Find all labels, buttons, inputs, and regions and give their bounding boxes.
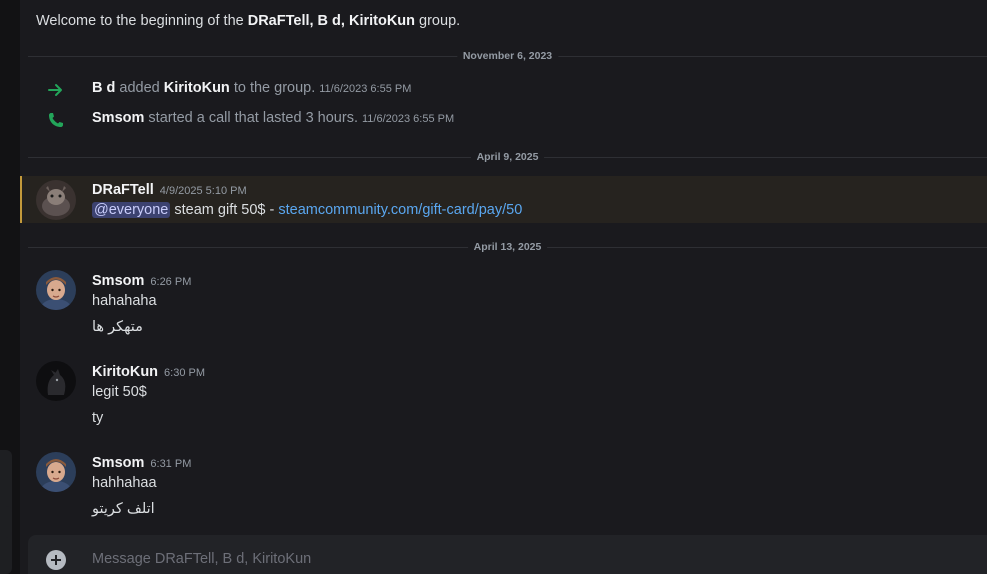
avatar[interactable]: [36, 270, 76, 310]
message-content: اتلف كريتو: [92, 501, 155, 517]
avatar[interactable]: [36, 180, 76, 220]
actor-name[interactable]: Smsom: [92, 110, 144, 126]
message-header: Smsom 6:31 PM: [92, 454, 191, 472]
timestamp: 6:30 PM: [164, 367, 206, 379]
timestamp: 11/6/2023 6:55 PM: [361, 113, 455, 125]
message-header: KiritoKun 6:30 PM: [92, 363, 205, 381]
target-name[interactable]: KiritoKun: [164, 80, 230, 96]
date-divider: April 13, 2025: [28, 241, 987, 253]
chat-area: Welcome to the beginning of the DRaFTell…: [20, 0, 987, 574]
sidebar-panel-tab[interactable]: [0, 506, 12, 538]
phone-icon: [49, 113, 63, 127]
date-divider: November 6, 2023: [28, 50, 987, 62]
message-header: Smsom 6:26 PM: [92, 272, 191, 290]
message-content: hahahaha: [92, 293, 157, 309]
message-composer: Message DRaFTell, B d, KiritoKun: [28, 535, 987, 574]
message-input[interactable]: Message DRaFTell, B d, KiritoKun: [92, 551, 311, 567]
author-name[interactable]: Smsom: [92, 455, 144, 471]
system-message-call: Smsom started a call that lasted 3 hours…: [92, 110, 455, 126]
avatar[interactable]: [36, 452, 76, 492]
avatar[interactable]: [36, 361, 76, 401]
timestamp: 4/9/2025 5:10 PM: [159, 185, 247, 197]
actor-name[interactable]: B d: [92, 80, 115, 96]
author-name[interactable]: Smsom: [92, 273, 144, 289]
system-message-member-added: B d added KiritoKun to the group. 11/6/20…: [92, 80, 412, 96]
arrow-right-icon: [48, 84, 62, 96]
date-divider: April 9, 2025: [28, 151, 987, 163]
message-content: legit 50$: [92, 384, 147, 400]
timestamp: 11/6/2023 6:55 PM: [319, 83, 412, 95]
timestamp: 6:26 PM: [150, 276, 192, 288]
everyone-mention[interactable]: @everyone: [92, 202, 171, 218]
timestamp: 6:31 PM: [150, 458, 192, 470]
message-content: متهكر ها: [92, 319, 143, 335]
group-name: DRaFTell, B d, KiritoKun: [247, 13, 416, 29]
add-attachment-icon[interactable]: [46, 550, 66, 570]
message-content: @everyone steam gift 50$ - steamcommunit…: [92, 202, 523, 218]
server-sidebar-edge: [0, 0, 20, 574]
message-header: DRaFTell 4/9/2025 5:10 PM: [92, 181, 247, 199]
author-name[interactable]: DRaFTell: [92, 182, 154, 198]
message-content: ty: [92, 410, 104, 426]
message-content: hahhahaa: [92, 475, 157, 491]
message-link[interactable]: steamcommunity.com/gift-card/pay/50: [278, 202, 522, 218]
welcome-text: Welcome to the beginning of the DRaFTell…: [36, 13, 461, 29]
author-name[interactable]: KiritoKun: [92, 364, 158, 380]
